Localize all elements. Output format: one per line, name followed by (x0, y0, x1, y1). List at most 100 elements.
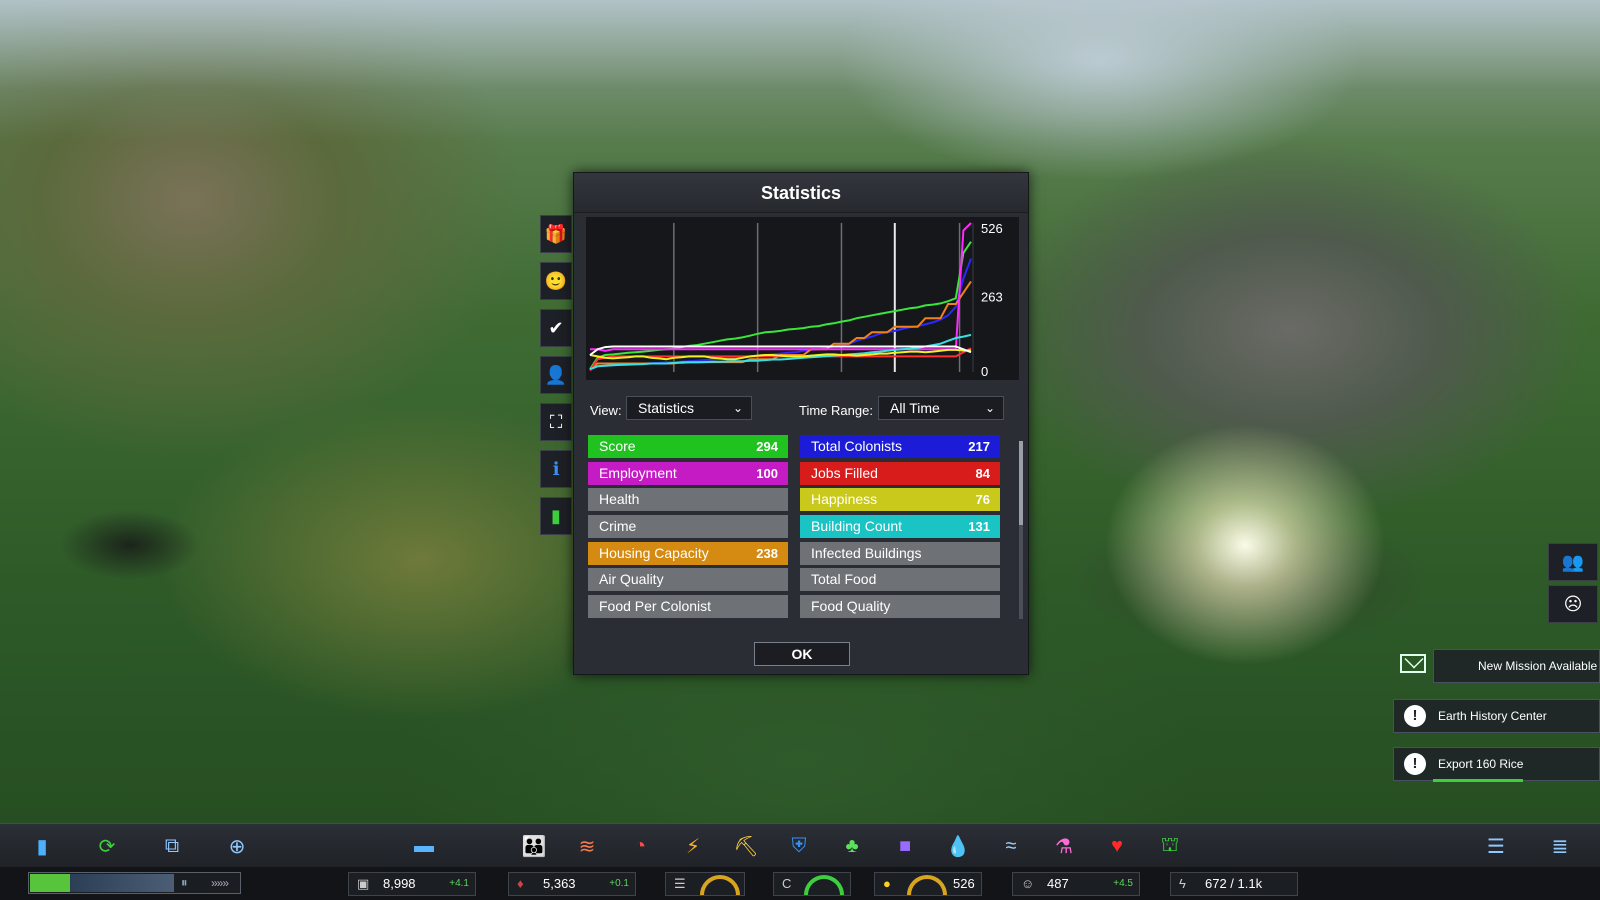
stat-food-quality[interactable]: Food Quality (800, 595, 1000, 618)
ok-button[interactable]: OK (754, 642, 850, 666)
fast-forward-icon[interactable]: »»» (211, 876, 229, 890)
power-icon[interactable]: ⚡ (679, 833, 707, 859)
stat-label: Health (599, 491, 640, 507)
stat-total-colonists[interactable]: Total Colonists 217 (800, 435, 1000, 458)
water-delta: +0.1 (609, 878, 629, 889)
score-value: 526 (953, 876, 975, 891)
oxygen-gauge-arc (804, 875, 844, 895)
housing-icon[interactable]: ≋ (573, 833, 601, 859)
villain-icon[interactable]: ☹ (1548, 585, 1598, 623)
view-select[interactable]: Statistics ⌄ (626, 396, 752, 420)
stat-housing-capacity[interactable]: Housing Capacity 238 (588, 542, 788, 565)
speed-track (70, 874, 174, 892)
smiley-icon[interactable]: 🙂 (540, 262, 572, 300)
menu-list-icon[interactable]: ≣ (1546, 833, 1574, 859)
stat-total-food[interactable]: Total Food (800, 568, 1000, 591)
checklist-icon[interactable]: ✔ (540, 309, 572, 347)
chart-y-tick-label: 263 (981, 290, 1003, 305)
gift-icon[interactable]: 🎁 (540, 215, 572, 253)
food-icon[interactable]: ◔ (626, 833, 654, 859)
notification-label: Earth History Center (1438, 709, 1547, 723)
chevron-down-icon: ⌄ (732, 401, 743, 415)
health-heart-icon[interactable]: ♥ (1103, 833, 1131, 859)
science-flask-icon[interactable]: ⚗ (1050, 833, 1078, 859)
stat-employment[interactable]: Employment 100 (588, 462, 788, 485)
stat-jobs-filled[interactable]: Jobs Filled 84 (800, 462, 1000, 485)
advisor-icon[interactable]: 👤 (540, 356, 572, 394)
water-icon: ♦ (517, 876, 524, 891)
recycle-icon[interactable]: ⟳ (93, 833, 121, 859)
chart-y-tick-label: 526 (981, 221, 1003, 236)
stat-air-quality[interactable]: Air Quality (588, 568, 788, 591)
water-value: 5,363 (543, 876, 576, 891)
notification-new-mission[interactable]: New Mission Available (1433, 649, 1600, 683)
speed-fill (30, 874, 70, 892)
money-value: 8,998 (383, 876, 416, 891)
stat-value: 76 (975, 492, 990, 507)
time-range-select[interactable]: All Time ⌄ (878, 396, 1004, 420)
colonists-icon[interactable]: 👪 (520, 833, 548, 859)
water-resource: ♦ 5,363 +0.1 (508, 872, 636, 896)
stat-label: Total Food (811, 571, 877, 587)
stat-infected-buildings[interactable]: Infected Buildings (800, 542, 1000, 565)
stat-happiness[interactable]: Happiness 76 (800, 488, 1000, 511)
stat-label: Infected Buildings (811, 545, 922, 561)
stat-label: Food Per Colonist (599, 598, 712, 614)
game-speed-control[interactable]: ⏸ »»» (28, 872, 241, 894)
lightning-icon: ϟ (1179, 876, 1186, 891)
oxygen-icon: C (782, 876, 792, 891)
stats-scrollbar[interactable] (1019, 441, 1023, 619)
statistics-bars-icon[interactable]: ▮ (28, 833, 56, 859)
stat-crime[interactable]: Crime (588, 515, 788, 538)
build-toolbar: ▮ ⟳ ⧉ ⊕ ▬ 👪 ≋ ◔ ⚡ ⛏ ⛨ ♣ ■ 💧 ≈ ⚗ ♥ ⛫ ☰ ≣ (0, 823, 1600, 867)
stat-value: 100 (756, 466, 778, 481)
money-delta: +4.1 (449, 878, 469, 889)
view-label: View: (590, 403, 622, 418)
statistics-dialog: Statistics 526 263 0 View: Statistics ⌄ Ti… (573, 172, 1029, 675)
build-queue-icon[interactable]: ☰ (1482, 833, 1510, 859)
stat-building-count[interactable]: Building Count 131 (800, 515, 1000, 538)
alert-icon: ! (1404, 705, 1426, 727)
info-icon[interactable]: ℹ (540, 450, 572, 488)
map-icon[interactable]: ⛶ (540, 403, 572, 441)
chart-y-tick-label: 0 (981, 364, 988, 379)
time-range-label: Time Range: (799, 403, 873, 418)
status-bar: ⏸ »»» ▣ 8,998 +4.1 ♦ 5,363 +0.1 ☰ C ● 52… (0, 867, 1600, 900)
stat-health[interactable]: Health (588, 488, 788, 511)
mail-icon (1400, 654, 1426, 673)
hierarchy-icon[interactable]: ⧉ (158, 833, 186, 859)
notification-export-rice[interactable]: ! Export 160 Rice (1393, 747, 1600, 781)
stat-label: Housing Capacity (599, 545, 709, 561)
notification-label: New Mission Available (1478, 659, 1598, 673)
stat-score[interactable]: Score 294 (588, 435, 788, 458)
happiness-gauge: ● 526 (874, 872, 982, 896)
view-select-value: Statistics (638, 400, 695, 416)
money-resource: ▣ 8,998 +4.1 (348, 872, 476, 896)
notification-earth-history-center[interactable]: ! Earth History Center (1393, 699, 1600, 733)
pause-icon[interactable]: ⏸ (181, 875, 188, 891)
target-icon[interactable]: ⊕ (223, 833, 251, 859)
scrollbar-thumb[interactable] (1019, 441, 1023, 525)
statistics-icon[interactable]: ▮ (540, 497, 572, 535)
colonists-value: 487 (1047, 876, 1069, 891)
colonists-delta: +4.5 (1113, 878, 1133, 889)
happiness-gauge-arc (907, 875, 947, 895)
stat-food-per-colonist[interactable]: Food Per Colonist (588, 595, 788, 618)
stat-label: Happiness (811, 491, 878, 507)
wind-icon[interactable]: ≈ (997, 833, 1025, 859)
energy-resource: ϟ 672 / 1.1k (1170, 872, 1298, 896)
time-range-value: All Time (890, 400, 940, 416)
water-drop-icon[interactable]: 💧 (944, 833, 972, 859)
cube-icon[interactable]: ■ (891, 833, 919, 859)
drill-icon[interactable]: ⛏ (732, 833, 760, 859)
monument-icon[interactable]: ⛫ (1156, 833, 1184, 859)
shield-icon[interactable]: ⛨ (785, 833, 813, 859)
stat-label: Food Quality (811, 598, 891, 614)
advisor-icon[interactable]: 👥 (1548, 543, 1598, 581)
chevron-down-icon: ⌄ (984, 401, 995, 415)
storage-gauge-arc (700, 875, 740, 895)
plant-icon[interactable]: ♣ (838, 833, 866, 859)
road-icon[interactable]: ▬ (410, 833, 438, 859)
stat-label: Employment (599, 465, 677, 481)
money-icon: ▣ (357, 876, 370, 891)
